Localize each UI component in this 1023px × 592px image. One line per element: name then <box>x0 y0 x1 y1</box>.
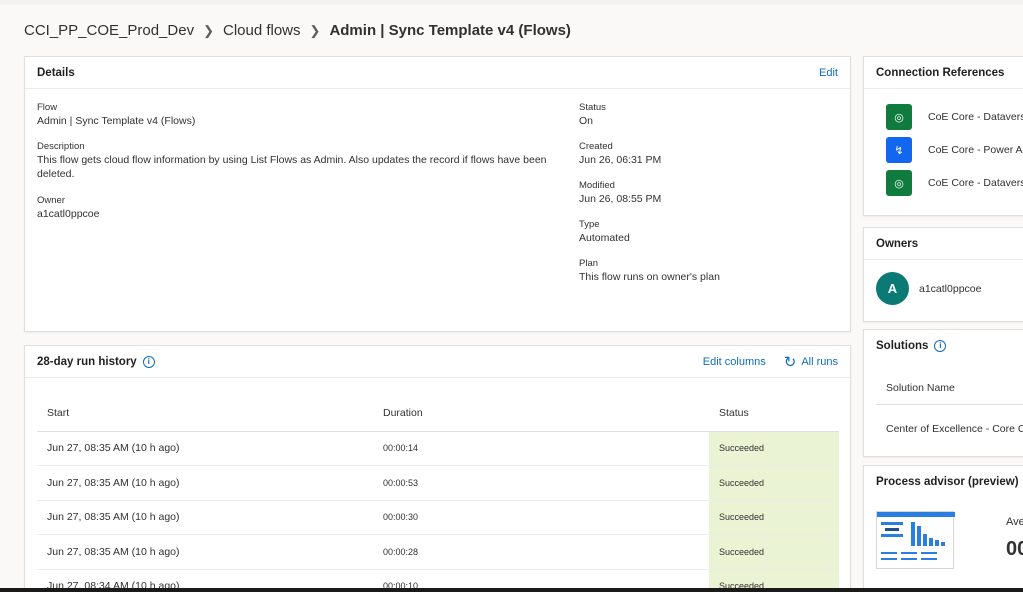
created-value: Jun 26, 06:31 PM <box>579 154 662 166</box>
type-label: Type <box>579 219 600 230</box>
process-advisor-card: Process advisor (preview) i <box>863 465 1023 592</box>
owner-label: Owner <box>37 195 65 206</box>
info-icon[interactable]: i <box>142 355 155 368</box>
type-value: Automated <box>579 232 630 244</box>
description-label: Description <box>37 141 85 152</box>
flow-label: Flow <box>37 102 58 113</box>
description-field: Description This flow gets cloud flow in… <box>37 141 562 181</box>
owners-title: Owners <box>864 228 1023 260</box>
owner-name: a1catl0ppcoe <box>919 282 982 295</box>
flow-field: Flow Admin | Sync Template v4 (Flows) <box>37 102 195 129</box>
average-value: 00 <box>1006 538 1023 560</box>
details-card: Details Edit Flow Admin | Sync Template … <box>24 56 851 332</box>
all-runs-link[interactable]: All runs <box>801 356 838 368</box>
page-body: CCI_PP_COE_Prod_Dev ❯ Cloud flows ❯ Admi… <box>0 5 1023 592</box>
connection-item[interactable]: ↯ CoE Core - Power Automate Management <box>886 137 1023 163</box>
owners-card: Owners A a1catl0ppcoe <box>863 227 1023 322</box>
solution-item[interactable]: Center of Excellence - Core Components <box>876 414 1023 444</box>
run-history-card: 28-day run history i Edit columns ↻ All … <box>24 345 851 592</box>
plan-label: Plan <box>579 258 599 269</box>
connection-label: CoE Core - Dataverse <box>928 177 1023 189</box>
flow-value: Admin | Sync Template v4 (Flows) <box>37 115 196 127</box>
run-start[interactable]: Jun 27, 08:35 AM (10 h ago) <box>37 431 373 466</box>
table-row[interactable]: Jun 27, 08:35 AM (10 h ago) 00:00:14 Suc… <box>37 431 839 466</box>
run-status: Succeeded <box>709 534 839 570</box>
process-advisor-illustration-icon <box>876 511 955 569</box>
refresh-icon[interactable]: ↻ <box>784 353 797 371</box>
average-label: Average <box>1006 516 1023 528</box>
run-status: Succeeded <box>709 465 839 501</box>
solution-name-header[interactable]: Solution Name <box>876 371 1023 405</box>
dataverse-icon: ◎ <box>886 170 912 196</box>
connection-item[interactable]: ◎ CoE Core - Dataverse <box>886 170 1023 196</box>
avatar: A <box>876 272 909 305</box>
connection-references-title: Connection References <box>864 57 1023 89</box>
owner-entry[interactable]: A a1catl0ppcoe <box>876 272 981 305</box>
table-row[interactable]: Jun 27, 08:35 AM (10 h ago) 00:00:30 Suc… <box>37 500 839 535</box>
modified-label: Modified <box>579 180 615 191</box>
modified-field: Modified Jun 26, 08:55 PM <box>579 180 661 207</box>
power-automate-icon: ↯ <box>886 137 912 163</box>
solutions-title: Solutions <box>876 340 929 352</box>
run-history-title: 28-day run history <box>37 355 137 368</box>
status-label: Status <box>579 102 606 113</box>
chevron-right-icon: ❯ <box>309 22 321 38</box>
run-history-table: Start Duration Status Jun 27, 08:35 AM (… <box>37 396 839 592</box>
connection-item[interactable]: ◎ CoE Core - Dataverse <box>886 104 1023 130</box>
column-header-duration[interactable]: Duration <box>373 396 709 432</box>
description-value: This flow gets cloud flow information by… <box>37 154 547 180</box>
plan-field: Plan This flow runs on owner's plan <box>579 258 720 285</box>
connection-label: CoE Core - Power Automate Management <box>928 144 1023 156</box>
edit-details-link[interactable]: Edit <box>819 67 838 79</box>
info-icon[interactable]: i <box>934 340 947 352</box>
run-status: Succeeded <box>709 431 839 466</box>
run-start[interactable]: Jun 27, 08:35 AM (10 h ago) <box>37 500 373 535</box>
plan-value: This flow runs on owner's plan <box>579 271 720 283</box>
process-advisor-title: Process advisor (preview) <box>876 476 1019 488</box>
breadcrumb-cloud-flows[interactable]: Cloud flows <box>223 22 301 39</box>
breadcrumb-environment[interactable]: CCI_PP_COE_Prod_Dev <box>24 22 194 39</box>
connection-references-card: Connection References ◎ CoE Core - Datav… <box>863 56 1023 216</box>
run-duration: 00:00:28 <box>373 534 709 570</box>
status-value: On <box>579 115 594 127</box>
details-title: Details <box>37 66 75 79</box>
table-row[interactable]: Jun 27, 08:35 AM (10 h ago) 00:00:28 Suc… <box>37 534 839 570</box>
owner-field: Owner a1catl0ppcoe <box>37 195 99 222</box>
column-header-status[interactable]: Status <box>709 396 839 432</box>
breadcrumb: CCI_PP_COE_Prod_Dev ❯ Cloud flows ❯ Admi… <box>24 22 571 39</box>
table-row[interactable]: Jun 27, 08:35 AM (10 h ago) 00:00:53 Suc… <box>37 465 839 501</box>
run-status: Succeeded <box>709 500 839 535</box>
run-duration: 00:00:30 <box>373 500 709 535</box>
owner-value: a1catl0ppcoe <box>37 208 100 220</box>
created-field: Created Jun 26, 06:31 PM <box>579 141 661 168</box>
run-duration: 00:00:53 <box>373 465 709 501</box>
created-label: Created <box>579 141 613 152</box>
page-title: Admin | Sync Template v4 (Flows) <box>329 22 571 39</box>
taskbar-strip <box>0 588 1023 592</box>
run-start[interactable]: Jun 27, 08:35 AM (10 h ago) <box>37 465 373 501</box>
solutions-card: Solutions i Solution Name Center of Exce… <box>863 329 1023 457</box>
edit-columns-link[interactable]: Edit columns <box>703 356 766 368</box>
column-header-start[interactable]: Start <box>37 396 373 432</box>
run-duration: 00:00:14 <box>373 431 709 466</box>
dataverse-icon: ◎ <box>886 104 912 130</box>
run-start[interactable]: Jun 27, 08:35 AM (10 h ago) <box>37 534 373 570</box>
type-field: Type Automated <box>579 219 630 246</box>
modified-value: Jun 26, 08:55 PM <box>579 193 662 205</box>
chevron-right-icon: ❯ <box>203 22 214 38</box>
connection-label: CoE Core - Dataverse <box>928 111 1023 123</box>
status-field: Status On <box>579 102 606 129</box>
